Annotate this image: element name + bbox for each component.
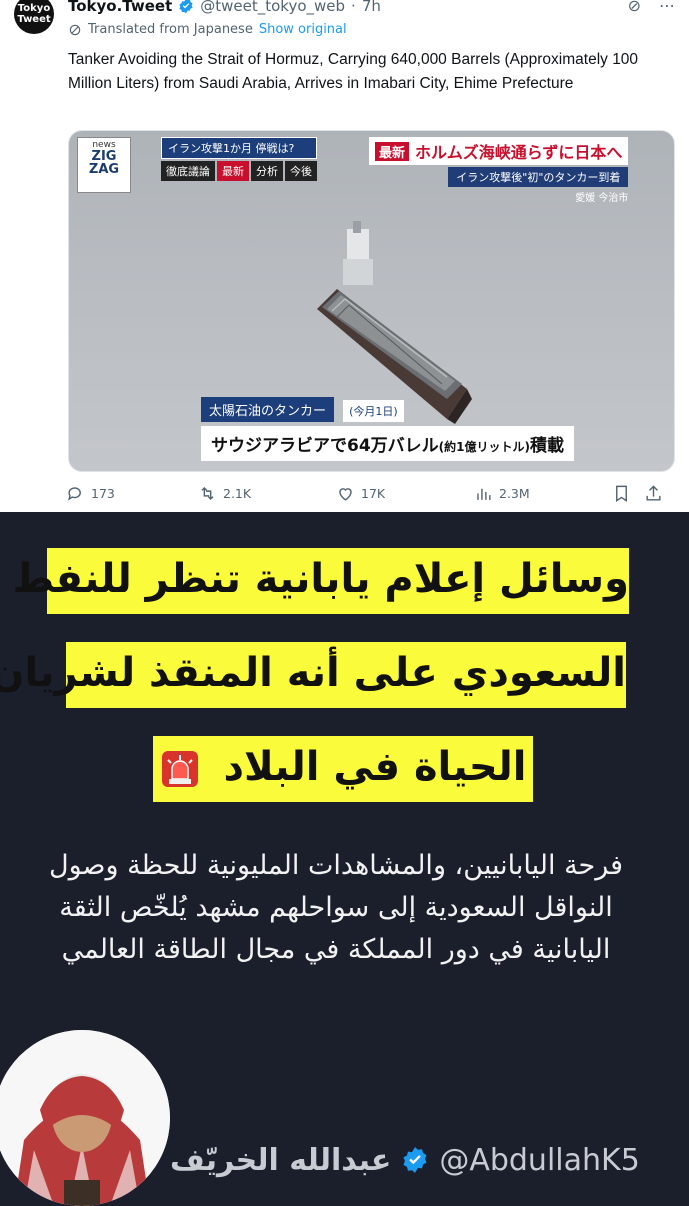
author-avatar[interactable] [0,1030,170,1206]
avatar-text-2: Tweet [17,14,51,25]
jp-caption-main-a: サウジアラビアで64万バレル [211,436,439,456]
translated-label: Translated from Japanese [88,22,253,37]
jp-topic-tag: イラン攻撃1か月 停戦は? [161,137,317,159]
headline-line-3: الحياة في البلاد [153,736,533,802]
header-icons: ⊘ ⋯ [628,0,675,15]
display-name[interactable]: Tokyo.Tweet [68,0,172,15]
tokyo-tweet-avatar[interactable]: Tokyo Tweet [14,0,54,34]
jp-tag-2: 分析 [251,161,283,181]
repost-count: 2.1K [223,486,252,501]
jp-location: 愛媛 今治市 [575,193,629,204]
jp-tag-3: 今後 [285,161,317,181]
bookmark-action[interactable] [612,484,644,503]
author-name[interactable]: عبدالله الخريّف [170,1143,391,1178]
separator-dot: · [351,0,356,15]
jp-headline: 最新 ホルムズ海峡通らずに日本へ [369,137,629,165]
more-options-icon[interactable]: ⋯ [659,0,675,15]
grok-icon[interactable]: ⊘ [628,0,641,15]
jp-headline-badge: 最新 [375,141,410,161]
tweet-header: Tokyo.Tweet @tweet_tokyo_web · 7h [68,0,381,16]
jp-caption-date: (今月1日) [343,400,404,422]
zigzag-news-logo: news ZIG ZAG [77,137,131,193]
reply-action[interactable]: 173 [66,484,198,503]
jp-headline-text: ホルムズ海峡通らずに日本へ [415,143,623,162]
jp-tag-0: 徹底議論 [161,161,215,181]
jp-caption: 太陽石油のタンカー (今月1日) サウジアラビアで64万バレル(約1億リットル)… [201,397,574,461]
jp-tag-1: 最新 [217,161,249,181]
verified-badge-icon [179,0,193,14]
heart-icon [339,488,352,501]
reply-icon [68,487,81,501]
tweet-card: Tokyo Tweet Tokyo.Tweet @tweet_tokyo_web… [0,0,689,512]
jp-caption-top: 太陽石油のタンカー [201,397,335,422]
avatar-text-1: Tokyo [17,3,51,14]
headline-line-1: وسائل إعلام يابانية تنظر للنفط [12,548,629,614]
headline-line-3-text: الحياة في البلاد [223,744,527,790]
timestamp[interactable]: 7h [362,0,381,15]
like-action[interactable]: 17K [336,484,474,503]
jp-caption-main-b: 積載 [530,436,564,456]
siren-icon [161,751,198,787]
bookmark-icon [616,485,627,502]
handle[interactable]: @tweet_tokyo_web [200,0,345,15]
tweet-text: Tanker Avoiding the Strait of Hormuz, Ca… [68,51,639,92]
jp-top-right-headline: 最新 ホルムズ海峡通らずに日本へ イラン攻撃後"初"のタンカー到着 愛媛 今治市 [369,137,629,204]
like-count: 17K [361,486,386,501]
reply-count: 173 [91,486,115,501]
views-icon [477,488,491,500]
jp-top-left-tags: イラン攻撃1か月 停戦は? 徹底議論 最新 分析 今後 [161,137,317,181]
views-count: 2.3M [499,486,530,501]
jp-subheadline: イラン攻撃後"初"のタンカー到着 [448,167,629,187]
tweet-media[interactable]: news ZIG ZAG イラン攻撃1か月 停戦は? 徹底議論 最新 分析 今後… [68,130,675,472]
headline-line-2: السعودي على أنه المنقذ لشريان [0,642,626,708]
jp-caption-main-small: (約1億リットル) [438,440,530,454]
translate-icon [69,24,81,35]
repost-action[interactable]: 2.1K [198,484,336,503]
translation-row: Translated from Japanese Show original [68,22,347,37]
share-icon [646,485,661,501]
views-action[interactable]: 2.3M [474,484,612,503]
body-text: فرحة اليابانيين، والمشاهدات المليونية لل… [48,850,624,965]
tweet-actions: 173 2.1K 17K 2.3M [66,484,676,503]
share-action[interactable] [644,484,668,503]
jp-caption-main: サウジアラビアで64万バレル(約1億リットル)積載 [201,426,574,461]
author-avatar-image [0,1030,170,1206]
jp-tags-row: 徹底議論 最新 分析 今後 [161,161,317,181]
logo-line-2: ZAG [88,162,120,177]
author-handle[interactable]: @AbdullahK5 [439,1143,639,1178]
verified-badge-icon [403,1147,427,1173]
show-original-link[interactable]: Show original [259,22,347,37]
author-bar: عبدالله الخريّف @AbdullahK5 [170,1135,685,1185]
repost-icon [201,486,214,501]
